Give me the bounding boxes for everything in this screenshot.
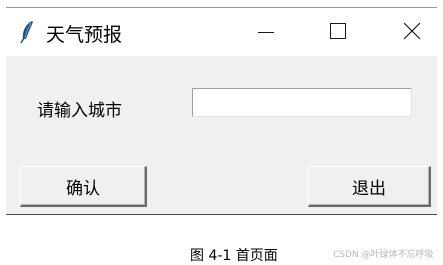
close-button[interactable] — [389, 8, 435, 56]
watermark: CSDN @叶绿体不忘呼吸 — [333, 250, 434, 260]
title-bar[interactable]: 天气预报 — [6, 8, 437, 56]
feather-icon — [19, 20, 35, 44]
close-icon — [403, 22, 421, 40]
city-label: 请输入城市 — [37, 101, 122, 121]
main-content: 请输入城市 确认 退出 — [6, 56, 437, 214]
city-input[interactable] — [192, 88, 412, 117]
minimize-button[interactable] — [243, 8, 289, 56]
confirm-button[interactable]: 确认 — [20, 166, 147, 207]
figure-caption: 图 4-1 首页面 — [190, 248, 278, 264]
app-window: 天气预报 请输入城市 确认 退出 — [6, 7, 437, 215]
exit-button[interactable]: 退出 — [308, 166, 431, 207]
window-title: 天气预报 — [46, 24, 123, 46]
maximize-button[interactable] — [314, 8, 360, 56]
